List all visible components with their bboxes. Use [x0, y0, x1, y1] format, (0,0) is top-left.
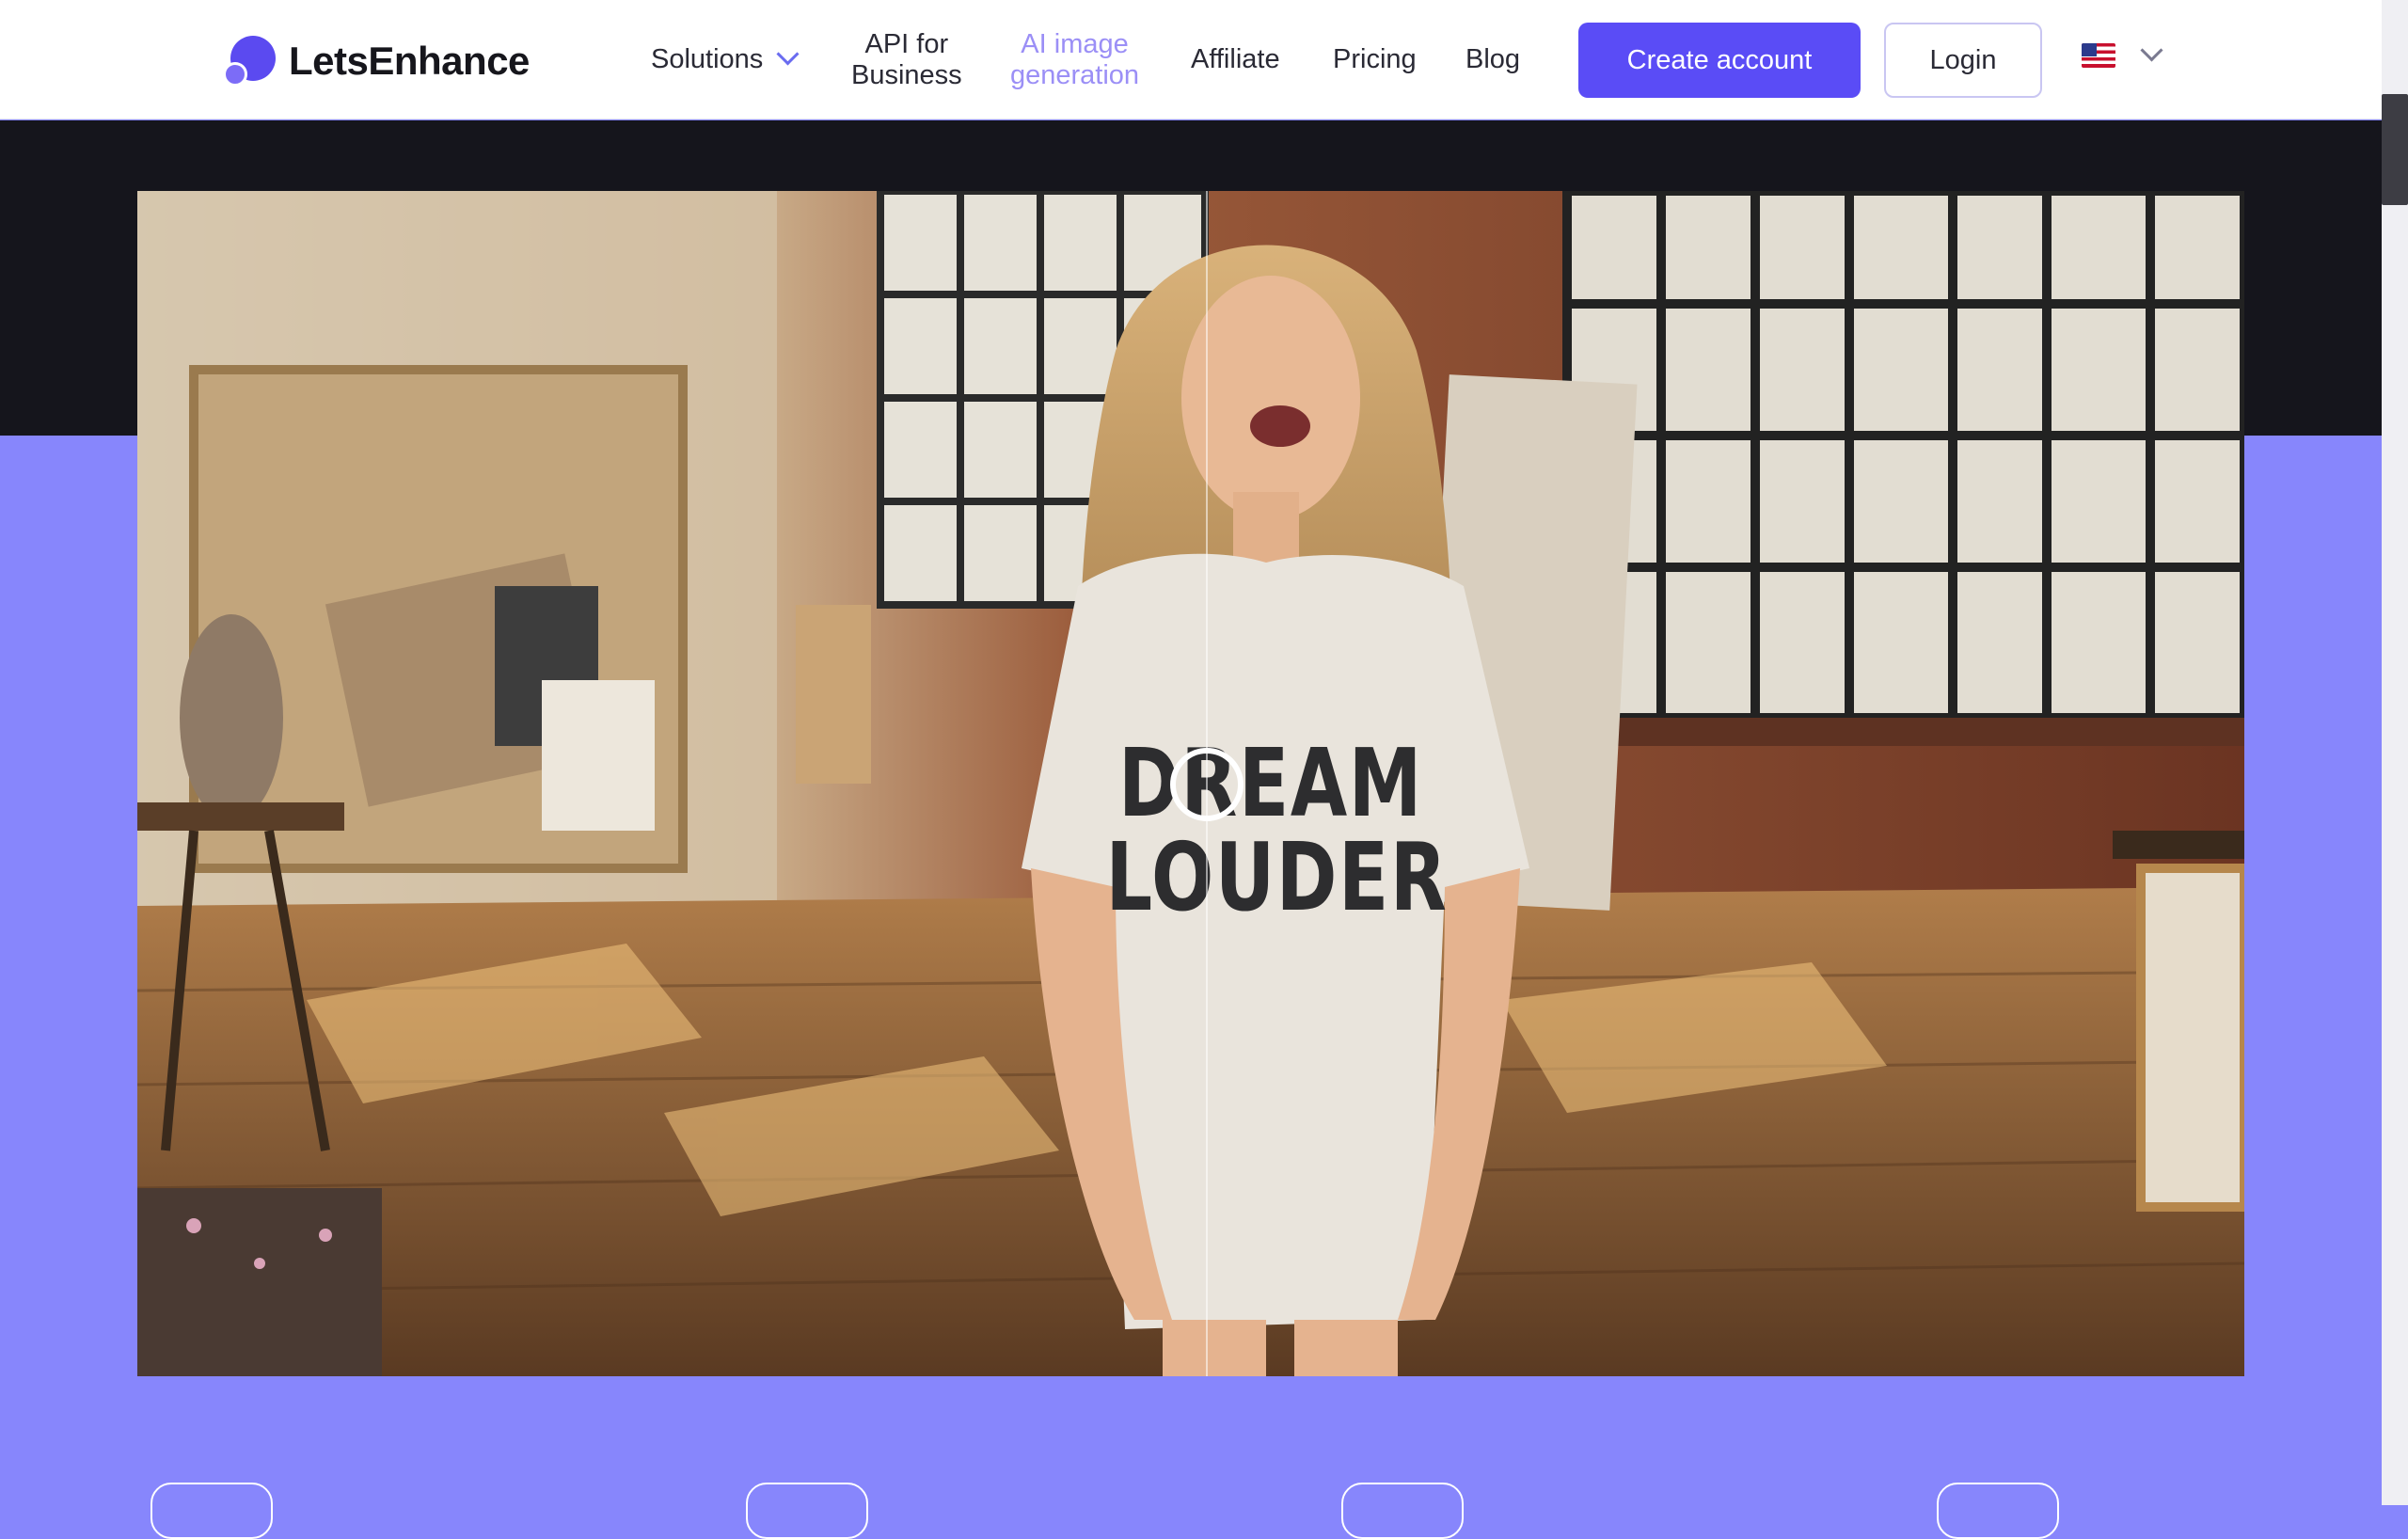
site-header: LetsEnhance Solutions API for Business A…: [0, 0, 2382, 119]
nav-api-label-line2: Business: [851, 60, 962, 90]
create-account-button[interactable]: Create account: [1578, 23, 1861, 98]
nav-ai-label-line1: AI image: [1021, 29, 1129, 59]
nav-ai-image-generation[interactable]: AI image generation: [1010, 29, 1139, 91]
scrollbar-thumb[interactable]: [2382, 94, 2408, 205]
chevron-down-icon: [776, 42, 800, 66]
compare-slider-handle[interactable]: [1170, 748, 1244, 821]
before-after-image-compare[interactable]: DREAM LOUDER: [137, 191, 2244, 1376]
chevron-down-icon: [2140, 38, 2163, 62]
nav-pricing[interactable]: Pricing: [1333, 44, 1417, 75]
brand-name: LetsEnhance: [289, 39, 530, 83]
shirt-line-2: LOUDER: [1105, 822, 1449, 932]
page-scrollbar[interactable]: [2382, 0, 2408, 1505]
nav-api-for-business[interactable]: API for Business: [851, 29, 962, 91]
us-flag-icon: [2082, 43, 2115, 68]
feature-pill-1[interactable]: [150, 1483, 273, 1539]
feature-pill-2[interactable]: [746, 1483, 868, 1539]
language-selector[interactable]: [2082, 38, 2163, 68]
nav-ai-label-line2: generation: [1010, 60, 1140, 90]
feature-pill-3[interactable]: [1341, 1483, 1464, 1539]
shirt-line-1: DREAM: [1118, 728, 1423, 838]
nav-solutions[interactable]: Solutions: [651, 42, 800, 75]
nav-blog[interactable]: Blog: [1465, 44, 1520, 75]
feature-pill-4[interactable]: [1937, 1483, 2059, 1539]
nav-api-label-line1: API for: [864, 29, 949, 59]
nav-affiliate[interactable]: Affiliate: [1191, 44, 1280, 75]
nav-solutions-label: Solutions: [651, 44, 764, 74]
brand-logo[interactable]: LetsEnhance: [223, 34, 530, 88]
logo-icon: [223, 34, 277, 88]
login-button[interactable]: Login: [1884, 23, 2042, 98]
shirt-print-text: DREAM LOUDER: [1105, 728, 1449, 932]
